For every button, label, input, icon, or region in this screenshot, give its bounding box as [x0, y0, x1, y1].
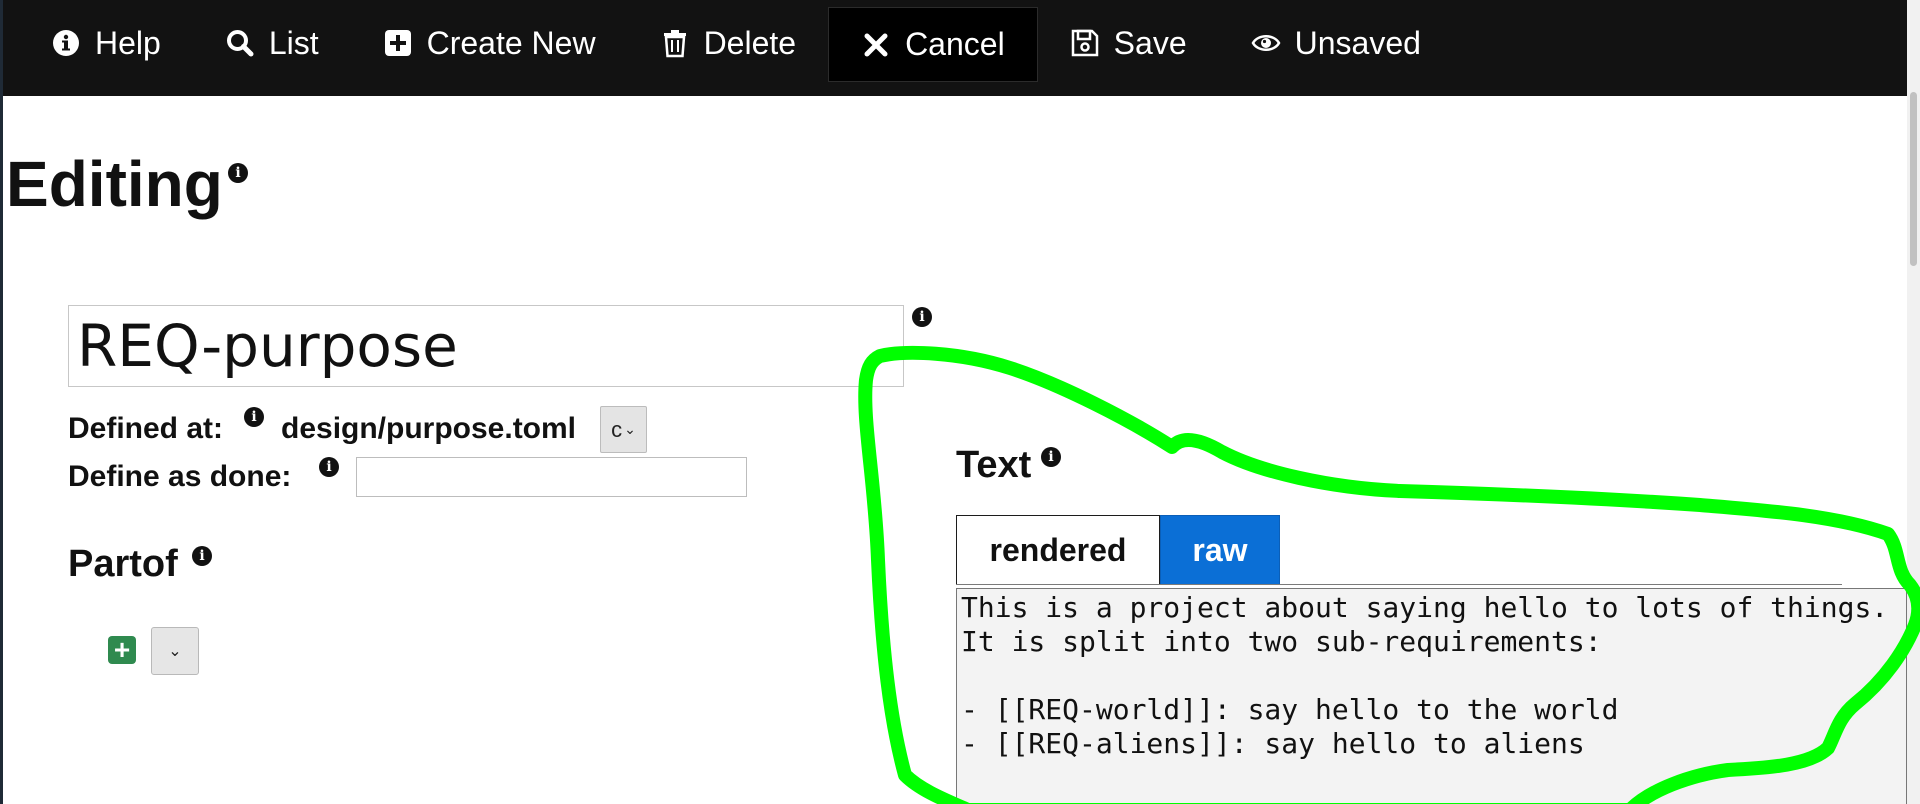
window-edge — [0, 0, 3, 804]
nav-list-label: List — [268, 24, 319, 61]
top-nav: Help List Create New Delete Cancel Save … — [3, 0, 1907, 96]
nav-cancel-label: Cancel — [905, 26, 1005, 62]
nav-unsaved-button[interactable]: Unsaved — [1219, 0, 1453, 86]
define-done-info-icon[interactable]: i — [319, 457, 339, 477]
nav-save-button[interactable]: Save — [1038, 0, 1219, 86]
path-select-button[interactable]: c ⌄ — [600, 406, 647, 453]
chevron-down-icon: ⌄ — [624, 421, 636, 437]
info-icon — [51, 28, 81, 58]
define-done-input[interactable] — [356, 457, 747, 497]
path-select-label: c — [611, 416, 623, 442]
plus-square-icon — [383, 28, 413, 58]
nav-create-new-label: Create New — [426, 24, 596, 61]
close-icon — [861, 30, 891, 60]
defined-at-info-icon[interactable]: i — [244, 407, 264, 427]
search-icon — [225, 28, 255, 58]
text-info-icon[interactable]: i — [1041, 447, 1061, 467]
page: Help List Create New Delete Cancel Save … — [0, 0, 1920, 804]
nav-cancel-button[interactable]: Cancel — [828, 7, 1038, 82]
add-partof-button[interactable]: + — [108, 636, 136, 664]
tab-underline — [956, 584, 1842, 585]
raw-text-editor[interactable]: This is a project about saying hello to … — [956, 588, 1907, 804]
title-info-icon[interactable]: i — [228, 163, 248, 183]
trash-icon — [660, 28, 690, 58]
chevron-down-icon: ⌄ — [168, 643, 182, 660]
partof-info-icon[interactable]: i — [192, 546, 212, 566]
nav-help-label: Help — [95, 24, 161, 61]
nav-help-button[interactable]: Help — [3, 0, 193, 86]
eye-icon — [1251, 28, 1281, 58]
scrollbar-thumb[interactable] — [1910, 92, 1917, 266]
nav-unsaved-label: Unsaved — [1294, 24, 1421, 61]
plus-icon: + — [113, 634, 131, 665]
vertical-scrollbar[interactable] — [1907, 0, 1920, 804]
tab-raw[interactable]: raw — [1160, 515, 1280, 585]
nav-create-new-button[interactable]: Create New — [351, 0, 628, 86]
page-title: Editing — [6, 148, 223, 220]
floppy-disk-icon — [1070, 28, 1100, 58]
define-done-label: Define as done: — [68, 460, 292, 493]
tab-rendered[interactable]: rendered — [956, 515, 1160, 585]
nav-delete-label: Delete — [703, 24, 797, 61]
text-title: Text — [956, 444, 1032, 486]
defined-at-label: Defined at: — [68, 412, 224, 445]
artifact-name-input[interactable] — [68, 305, 904, 387]
name-info-icon[interactable]: i — [912, 307, 932, 327]
defined-at-path: design/purpose.toml — [281, 412, 577, 445]
nav-list-button[interactable]: List — [193, 0, 351, 86]
nav-delete-button[interactable]: Delete — [628, 0, 829, 86]
partof-title: Partof — [68, 543, 178, 585]
partof-select[interactable]: ⌄ — [151, 627, 199, 675]
nav-save-label: Save — [1113, 24, 1187, 61]
